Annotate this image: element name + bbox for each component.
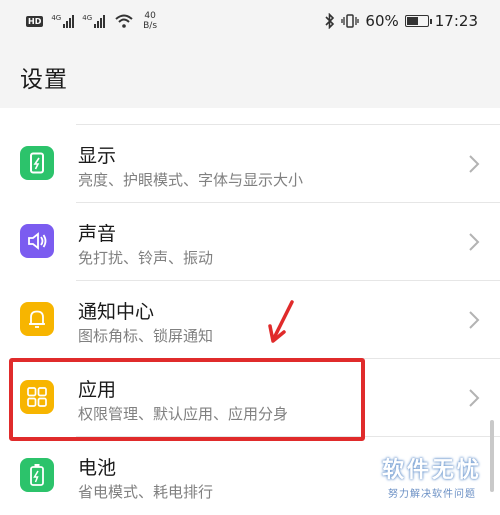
chevron-right-icon [469, 155, 480, 173]
speed-value: 40 [144, 11, 156, 21]
battery-status-icon [404, 15, 432, 27]
network-speed: 40 B/s [143, 11, 157, 31]
signal-strength-icon: 4G [51, 14, 75, 28]
clock: 17:23 [434, 12, 478, 30]
settings-item-notification-center[interactable]: 通知中心 图标角标、锁屏通知 [0, 281, 500, 359]
status-left: HD 4G 4G 40 B/s [26, 10, 157, 32]
battery-icon-tile [20, 458, 54, 492]
wifi-icon [115, 14, 133, 28]
status-right: 60% 17:23 [325, 10, 478, 32]
arrow-pointer-icon [268, 300, 294, 343]
settings-item-subtitle: 图标角标、锁屏通知 [78, 327, 214, 345]
status-bar: HD 4G 4G 40 B/s 60% 17:23 [0, 0, 500, 42]
bell-icon [29, 310, 45, 328]
display-icon [30, 152, 44, 174]
vibrate-icon [341, 14, 360, 28]
scrollbar[interactable] [490, 420, 494, 492]
watermark-title: 软件无忧 [381, 458, 482, 483]
chevron-right-icon [469, 389, 480, 407]
chevron-right-icon [469, 311, 480, 329]
settings-item-title: 通知中心 [78, 301, 155, 323]
notification-icon-tile [20, 302, 54, 336]
speed-unit: B/s [143, 21, 158, 31]
display-icon-tile [20, 146, 54, 180]
settings-item-sound[interactable]: 声音 免打扰、铃声、振动 [0, 203, 500, 281]
page-header [0, 42, 500, 108]
settings-item-subtitle: 省电模式、耗电排行 [78, 483, 214, 501]
network-type-label: 4G [51, 14, 62, 22]
bluetooth-icon [325, 13, 335, 29]
network-type-label: 4G [82, 14, 93, 22]
highlight-box [9, 358, 365, 441]
settings-item-subtitle: 亮度、护眼模式、字体与显示大小 [78, 171, 304, 189]
settings-item-subtitle: 免打扰、铃声、振动 [78, 249, 214, 267]
settings-item-title: 声音 [78, 223, 117, 245]
signal-strength-icon: 4G [82, 14, 106, 28]
watermark-subtitle: 努力解决软件问题 [387, 489, 476, 500]
battery-icon [30, 464, 44, 486]
battery-percent: 60% [365, 12, 399, 30]
settings-item-display[interactable]: 显示 亮度、护眼模式、字体与显示大小 [0, 125, 500, 203]
speaker-icon [28, 232, 47, 250]
page-title: 设置 [20, 67, 68, 93]
hd-badge: HD [26, 15, 44, 27]
watermark: 软件无忧 努力解决软件问题 [382, 452, 482, 500]
chevron-right-icon [469, 233, 480, 251]
settings-item-title: 显示 [78, 145, 117, 167]
sound-icon-tile [20, 224, 54, 258]
settings-item-title: 电池 [78, 457, 117, 479]
